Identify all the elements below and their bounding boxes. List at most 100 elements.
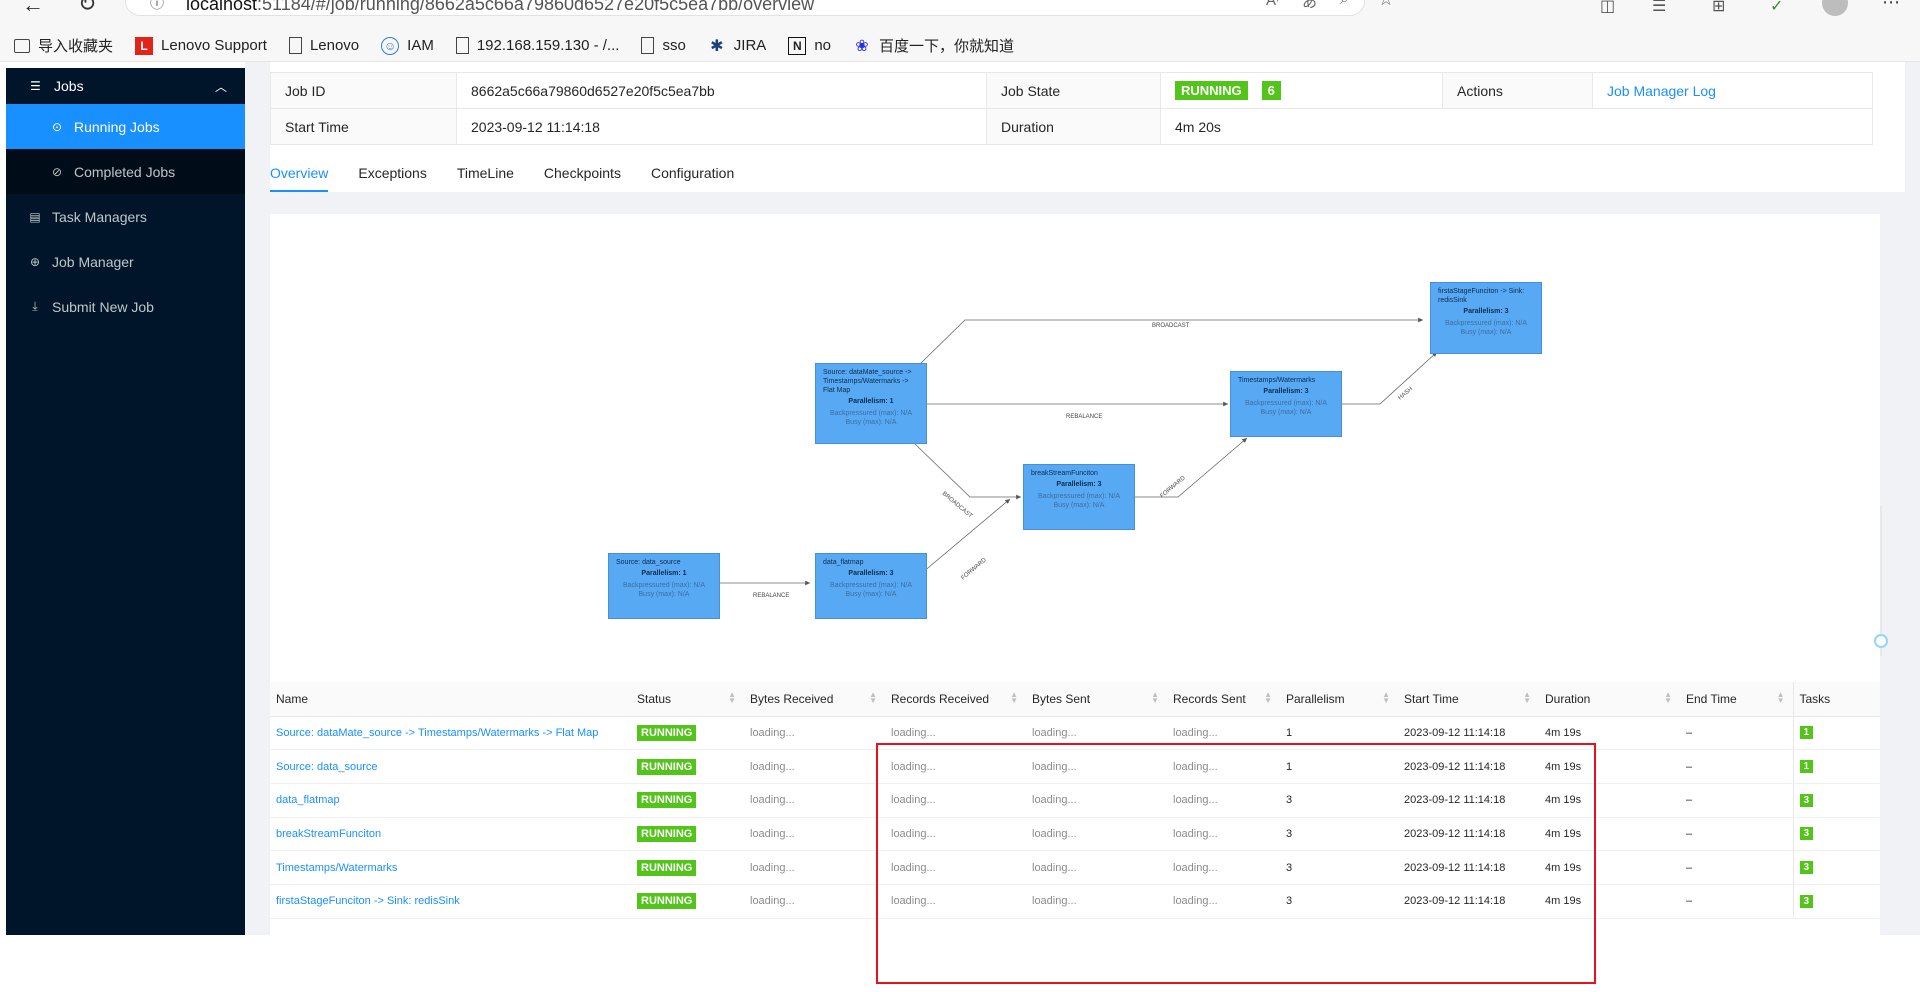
vertex-name-link[interactable]: data_flatmap	[270, 783, 631, 818]
table-row[interactable]: Timestamps/Watermarks RUNNING loading...…	[270, 850, 1880, 885]
graph-node-timestamps[interactable]: Timestamps/Watermarks Parallelism: 3 Bac…	[1230, 371, 1342, 437]
sort-icon[interactable]: ▲ ▼	[1010, 691, 1018, 705]
status-cell: RUNNING	[631, 716, 744, 751]
sidebar-jobs-group[interactable]: ☰ Jobs ︿	[6, 68, 245, 104]
bytes-sent-cell: loading...	[1026, 850, 1167, 885]
graph-node-flatmap[interactable]: data_flatmap Parallelism: 3 Backpressure…	[815, 553, 927, 619]
favorite-star-icon[interactable]: ☆	[1378, 0, 1394, 10]
graph-node-datamate-source[interactable]: Source: dataMate_source -> Timestamps/Wa…	[815, 363, 927, 444]
refresh-icon[interactable]: ↻	[78, 0, 96, 17]
bookmark-iam[interactable]: ☺ IAM	[381, 36, 434, 55]
bookmark-jira[interactable]: ✱ JIRA	[708, 37, 766, 55]
vertex-table-body: Source: dataMate_source -> Timestamps/Wa…	[270, 716, 1880, 919]
table-row[interactable]: data_flatmap RUNNING loading... loading.…	[270, 783, 1880, 818]
col-end-time[interactable]: End Time ▲ ▼	[1680, 682, 1793, 717]
job-manager-log-link[interactable]: Job Manager Log	[1607, 83, 1716, 99]
records-sent-cell: loading...	[1167, 850, 1280, 885]
address-bar[interactable]: ⓘ localhost:51184/#/job/running/8662a5c6…	[125, 0, 1394, 16]
bookmark-lenovo[interactable]: Lenovo	[288, 37, 359, 54]
vertex-name-link[interactable]: Source: dataMate_source -> Timestamps/Wa…	[270, 716, 631, 751]
tab-overview[interactable]: Overview	[270, 158, 329, 192]
sort-icon[interactable]: ▲ ▼	[869, 691, 877, 705]
more-icon[interactable]: ⋯	[1882, 0, 1900, 13]
favorites-icon[interactable]: ☰	[1652, 0, 1666, 16]
sort-icon[interactable]: ▲ ▼	[1523, 691, 1531, 705]
tasks-badge[interactable]: 3	[1799, 827, 1814, 841]
tasks-badge[interactable]: 1	[1799, 760, 1814, 774]
tab-configuration[interactable]: Configuration	[651, 158, 734, 192]
col-name[interactable]: Name	[270, 682, 631, 717]
col-bytes-received[interactable]: Bytes Received ▲ ▼	[744, 682, 885, 717]
table-row[interactable]: breakStreamFunciton RUNNING loading... l…	[270, 817, 1880, 852]
schedule-icon: ▤	[29, 209, 41, 224]
bookmark-sso[interactable]: sso	[641, 37, 686, 54]
info-icon[interactable]: ⓘ	[150, 0, 164, 13]
col-tasks[interactable]: Tasks	[1792, 682, 1880, 717]
zoom-icon[interactable]: ⌕	[1340, 0, 1348, 8]
parallelism-cell: 1	[1280, 716, 1398, 751]
tasks-badge[interactable]: 3	[1799, 894, 1814, 908]
sort-icon[interactable]: ▲ ▼	[1264, 691, 1272, 705]
node-name: firstaStageFunciton -> Sink: redisSink	[1438, 288, 1525, 304]
col-records-sent[interactable]: Records Sent ▲ ▼	[1167, 682, 1280, 717]
vertex-name-link[interactable]: Timestamps/Watermarks	[270, 850, 631, 885]
bookmark-ip[interactable]: 192.168.159.130 - /...	[455, 37, 619, 54]
tab-exceptions[interactable]: Exceptions	[358, 158, 426, 192]
sort-icon[interactable]: ▲ ▼	[1151, 691, 1159, 705]
job-state-badge: RUNNING	[1175, 81, 1248, 100]
page-icon	[288, 37, 302, 54]
vertex-name-link[interactable]: breakStreamFunciton	[270, 817, 631, 852]
back-icon[interactable]: ←	[22, 0, 44, 18]
vertex-name-link[interactable]: Source: data_source	[270, 749, 631, 784]
tasks-badge[interactable]: 3	[1799, 793, 1814, 807]
profile-avatar-icon[interactable]	[1822, 0, 1848, 16]
vertex-name-link[interactable]: firstaStageFunciton -> Sink: redisSink	[270, 884, 631, 919]
col-start-time[interactable]: Start Time ▲ ▼	[1398, 682, 1539, 717]
records-received-cell: loading...	[885, 850, 1026, 885]
start-time-cell: 2023-09-12 11:14:18	[1398, 749, 1539, 784]
read-aloud-icon[interactable]: A⁾	[1266, 0, 1280, 9]
tasks-cell: 3	[1792, 783, 1880, 818]
graph-node-source-data[interactable]: Source: data_source Parallelism: 1 Backp…	[608, 553, 720, 619]
graph-node-sink[interactable]: firstaStageFunciton -> Sink: redisSink P…	[1430, 282, 1542, 354]
table-row[interactable]: Source: data_source RUNNING loading... l…	[270, 749, 1880, 784]
tasks-badge[interactable]: 3	[1799, 861, 1814, 875]
translate-icon[interactable]: あ	[1302, 0, 1317, 12]
bookmark-notion[interactable]: Nno	[788, 36, 831, 55]
col-duration[interactable]: Duration ▲ ▼	[1539, 682, 1680, 717]
parallelism-cell: 3	[1280, 817, 1398, 852]
edge-datamate-to-break	[914, 443, 1021, 500]
node-parallelism: Parallelism: 1	[848, 398, 894, 405]
sort-icon[interactable]: ▲ ▼	[728, 691, 736, 705]
extension-icon[interactable]: ✓	[1770, 0, 1783, 16]
sidebar-item-label: Job Manager	[52, 253, 134, 270]
sidebar-item-task-managers[interactable]: ▤ Task Managers	[6, 194, 245, 239]
sort-icon[interactable]: ▲ ▼	[1664, 691, 1672, 705]
duration-cell: 4m 19s	[1539, 716, 1680, 751]
col-status[interactable]: Status ▲ ▼	[631, 682, 744, 717]
bookmark-import[interactable]: 导入收藏夹	[14, 35, 113, 56]
status-badge: RUNNING	[637, 893, 697, 910]
col-records-received[interactable]: Records Received ▲ ▼	[885, 682, 1026, 717]
zoom-slider-handle[interactable]	[1874, 634, 1888, 648]
sidebar-item-completed-jobs[interactable]: ⊘ Completed Jobs	[6, 149, 245, 194]
tasks-badge[interactable]: 1	[1799, 726, 1814, 740]
tab-checkpoints[interactable]: Checkpoints	[544, 158, 621, 192]
sidebar-item-job-manager[interactable]: ⊕ Job Manager	[6, 239, 245, 284]
graph-node-break-stream[interactable]: breakStreamFunciton Parallelism: 3 Backp…	[1023, 464, 1135, 530]
tab-timeline[interactable]: TimeLine	[457, 158, 514, 192]
sort-icon[interactable]: ▲ ▼	[1382, 691, 1390, 705]
job-graph[interactable]: REBALANCE FORWARD BROADCAST REBALANCE BR…	[270, 214, 1888, 684]
bookmark-baidu[interactable]: ❀ 百度一下，你就知道	[853, 35, 1014, 56]
sidebar-item-running-jobs[interactable]: ⊙ Running Jobs	[6, 104, 245, 149]
sidebar-item-submit-new-job[interactable]: ⤓ Submit New Job	[6, 284, 245, 329]
table-row[interactable]: firstaStageFunciton -> Sink: redisSink R…	[270, 884, 1880, 919]
bookmark-lenovo-support[interactable]: L Lenovo Support	[135, 36, 267, 55]
sort-icon[interactable]: ▲ ▼	[1777, 691, 1785, 705]
col-bytes-sent[interactable]: Bytes Sent ▲ ▼	[1026, 682, 1167, 717]
graph-edges: REBALANCE FORWARD BROADCAST REBALANCE BR…	[659, 317, 1438, 599]
col-parallelism[interactable]: Parallelism ▲ ▼	[1280, 682, 1398, 717]
collections-icon[interactable]: ⊞	[1712, 0, 1725, 16]
table-row[interactable]: Source: dataMate_source -> Timestamps/Wa…	[270, 716, 1880, 751]
split-screen-icon[interactable]: ◫	[1600, 0, 1615, 16]
